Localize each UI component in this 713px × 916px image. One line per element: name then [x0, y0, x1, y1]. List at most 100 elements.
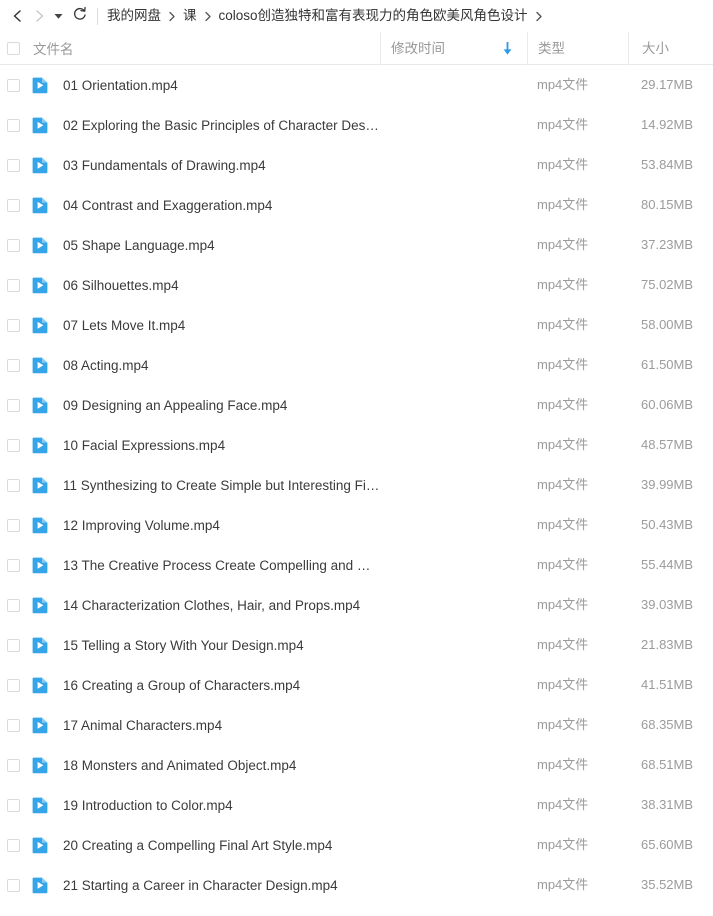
table-row[interactable]: 09 Designing an Appealing Face.mp4 mp4文件 6… — [0, 385, 713, 425]
table-row[interactable]: 21 Starting a Career in Character Design… — [0, 865, 713, 905]
row-checkbox[interactable] — [6, 838, 20, 852]
row-checkbox[interactable] — [6, 318, 20, 332]
table-row[interactable]: 16 Creating a Group of Characters.mp4 mp4… — [0, 665, 713, 705]
column-header-modified[interactable]: 修改时间 — [380, 31, 527, 65]
row-checkbox-cell[interactable] — [0, 558, 26, 572]
row-checkbox[interactable] — [6, 158, 20, 172]
file-name-cell[interactable]: 09 Designing an Appealing Face.mp4 — [26, 396, 380, 414]
column-header-type[interactable]: 类型 — [527, 31, 628, 65]
file-name-cell[interactable]: 20 Creating a Compelling Final Art Style… — [26, 836, 380, 854]
file-name-cell[interactable]: 01 Orientation.mp4 — [26, 76, 380, 94]
row-checkbox-cell[interactable] — [0, 278, 26, 292]
file-name-cell[interactable]: 16 Creating a Group of Characters.mp4 — [26, 676, 380, 694]
file-name-cell[interactable]: 19 Introduction to Color.mp4 — [26, 796, 380, 814]
table-row[interactable]: 04 Contrast and Exaggeration.mp4 mp4文件 80.… — [0, 185, 713, 225]
back-button[interactable] — [6, 2, 28, 30]
row-checkbox[interactable] — [6, 758, 20, 772]
row-checkbox-cell[interactable] — [0, 838, 26, 852]
file-name-cell[interactable]: 13 The Creative Process Create Compellin… — [26, 556, 380, 574]
row-checkbox[interactable] — [6, 598, 20, 612]
file-name-cell[interactable]: 07 Lets Move It.mp4 — [26, 316, 380, 334]
row-checkbox-cell[interactable] — [0, 358, 26, 372]
row-checkbox[interactable] — [6, 518, 20, 532]
row-checkbox[interactable] — [6, 238, 20, 252]
table-row[interactable]: 17 Animal Characters.mp4 mp4文件 68.35MB — [0, 705, 713, 745]
table-row[interactable]: 11 Synthesizing to Create Simple but Int… — [0, 465, 713, 505]
row-checkbox[interactable] — [6, 638, 20, 652]
row-checkbox[interactable] — [6, 678, 20, 692]
breadcrumb-item-current[interactable]: coloso创造独特和富有表现力的角色欧美风角色设计 — [219, 7, 528, 25]
column-header-name[interactable]: 文件名 — [26, 38, 380, 58]
row-checkbox-cell[interactable] — [0, 438, 26, 452]
file-modified-cell — [380, 305, 527, 345]
row-checkbox-cell[interactable] — [0, 598, 26, 612]
row-checkbox-cell[interactable] — [0, 798, 26, 812]
file-name-cell[interactable]: 18 Monsters and Animated Object.mp4 — [26, 756, 380, 774]
file-name-cell[interactable]: 06 Silhouettes.mp4 — [26, 276, 380, 294]
table-row[interactable]: 15 Telling a Story With Your Design.mp4 m… — [0, 625, 713, 665]
forward-button[interactable] — [28, 2, 50, 30]
file-name-cell[interactable]: 04 Contrast and Exaggeration.mp4 — [26, 196, 380, 214]
table-row[interactable]: 03 Fundamentals of Drawing.mp4 mp4文件 53.84… — [0, 145, 713, 185]
table-row[interactable]: 10 Facial Expressions.mp4 mp4文件 48.57MB — [0, 425, 713, 465]
row-checkbox-cell[interactable] — [0, 78, 26, 92]
sort-descending-icon[interactable] — [503, 41, 512, 55]
file-name-cell[interactable]: 03 Fundamentals of Drawing.mp4 — [26, 156, 380, 174]
file-name-cell[interactable]: 05 Shape Language.mp4 — [26, 236, 380, 254]
row-checkbox[interactable] — [6, 798, 20, 812]
row-checkbox-cell[interactable] — [0, 518, 26, 532]
file-name-cell[interactable]: 08 Acting.mp4 — [26, 356, 380, 374]
table-row[interactable]: 18 Monsters and Animated Object.mp4 mp4文件… — [0, 745, 713, 785]
row-checkbox[interactable] — [6, 558, 20, 572]
table-row[interactable]: 05 Shape Language.mp4 mp4文件 37.23MB — [0, 225, 713, 265]
row-checkbox-cell[interactable] — [0, 318, 26, 332]
row-checkbox-cell[interactable] — [0, 238, 26, 252]
table-row[interactable]: 08 Acting.mp4 mp4文件 61.50MB — [0, 345, 713, 385]
file-name-cell[interactable]: 12 Improving Volume.mp4 — [26, 516, 380, 534]
select-all-checkbox-cell[interactable] — [0, 41, 26, 55]
row-checkbox-cell[interactable] — [0, 198, 26, 212]
row-checkbox[interactable] — [6, 78, 20, 92]
row-checkbox[interactable] — [6, 878, 20, 892]
select-all-checkbox[interactable] — [6, 41, 20, 55]
row-checkbox-cell[interactable] — [0, 878, 26, 892]
row-checkbox[interactable] — [6, 118, 20, 132]
file-name-cell[interactable]: 14 Characterization Clothes, Hair, and P… — [26, 596, 380, 614]
row-checkbox[interactable] — [6, 398, 20, 412]
table-row[interactable]: 07 Lets Move It.mp4 mp4文件 58.00MB — [0, 305, 713, 345]
history-dropdown-button[interactable] — [50, 2, 66, 30]
row-checkbox[interactable] — [6, 718, 20, 732]
table-row[interactable]: 01 Orientation.mp4 mp4文件 29.17MB — [0, 65, 713, 105]
file-name-cell[interactable]: 21 Starting a Career in Character Design… — [26, 876, 380, 894]
table-row[interactable]: 19 Introduction to Color.mp4 mp4文件 38.31MB — [0, 785, 713, 825]
file-name-cell[interactable]: 11 Synthesizing to Create Simple but Int… — [26, 476, 380, 494]
row-checkbox-cell[interactable] — [0, 638, 26, 652]
row-checkbox[interactable] — [6, 358, 20, 372]
row-checkbox[interactable] — [6, 198, 20, 212]
row-checkbox[interactable] — [6, 438, 20, 452]
row-checkbox[interactable] — [6, 478, 20, 492]
file-name-cell[interactable]: 02 Exploring the Basic Principles of Cha… — [26, 116, 380, 134]
table-row[interactable]: 02 Exploring the Basic Principles of Cha… — [0, 105, 713, 145]
table-row[interactable]: 20 Creating a Compelling Final Art Style… — [0, 825, 713, 865]
row-checkbox-cell[interactable] — [0, 158, 26, 172]
file-name-cell[interactable]: 10 Facial Expressions.mp4 — [26, 436, 380, 454]
row-checkbox-cell[interactable] — [0, 758, 26, 772]
row-checkbox-cell[interactable] — [0, 398, 26, 412]
file-name-cell[interactable]: 17 Animal Characters.mp4 — [26, 716, 380, 734]
row-checkbox-cell[interactable] — [0, 678, 26, 692]
table-row[interactable]: 06 Silhouettes.mp4 mp4文件 75.02MB — [0, 265, 713, 305]
table-row[interactable]: 14 Characterization Clothes, Hair, and P… — [0, 585, 713, 625]
column-header-size[interactable]: 大小 — [628, 31, 713, 65]
row-checkbox-cell[interactable] — [0, 118, 26, 132]
row-checkbox-cell[interactable] — [0, 478, 26, 492]
table-row[interactable]: 13 The Creative Process Create Compellin… — [0, 545, 713, 585]
breadcrumb-item-root[interactable]: 我的网盘 — [107, 7, 161, 25]
row-checkbox-cell[interactable] — [0, 718, 26, 732]
file-modified-cell — [380, 665, 527, 705]
refresh-button[interactable] — [66, 2, 92, 30]
file-name-cell[interactable]: 15 Telling a Story With Your Design.mp4 — [26, 636, 380, 654]
table-row[interactable]: 12 Improving Volume.mp4 mp4文件 50.43MB — [0, 505, 713, 545]
breadcrumb-item-level2[interactable]: 课 — [183, 7, 197, 25]
row-checkbox[interactable] — [6, 278, 20, 292]
